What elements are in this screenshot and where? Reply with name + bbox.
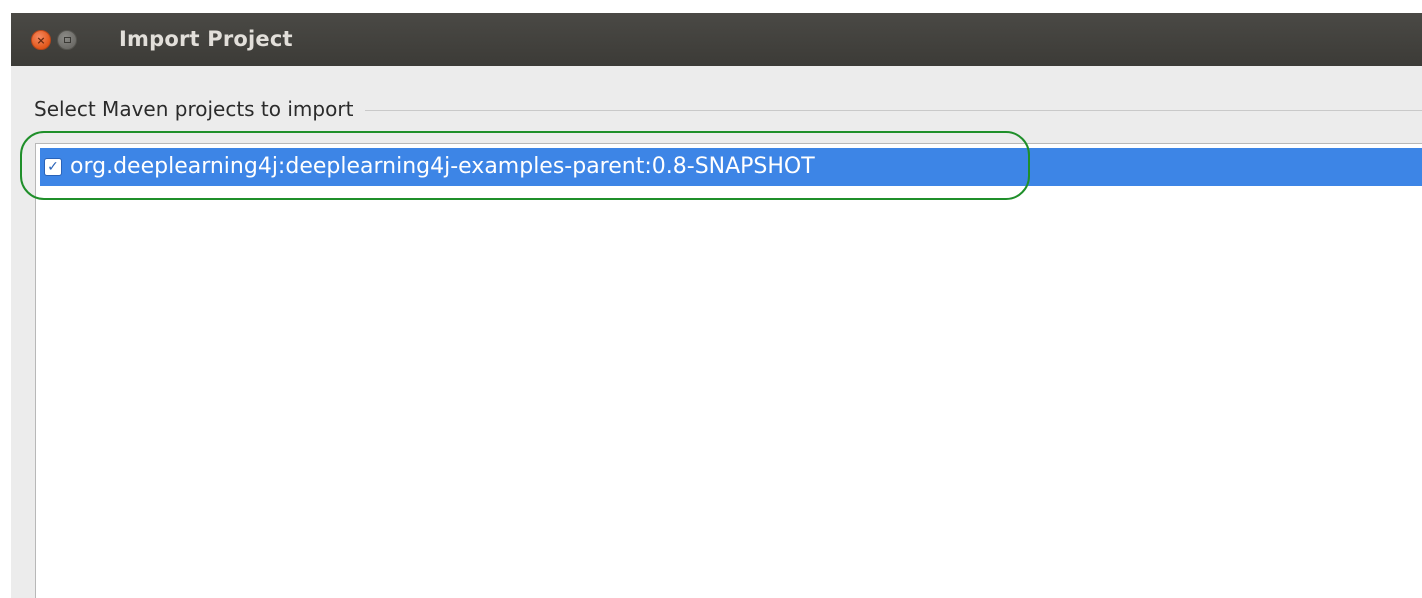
title-bar[interactable]: × Import Project: [11, 13, 1422, 66]
project-label: org.deeplearning4j:deeplearning4j-exampl…: [70, 154, 815, 179]
window-title: Import Project: [119, 27, 293, 51]
maximize-icon[interactable]: [57, 30, 77, 50]
list-item[interactable]: ✓ org.deeplearning4j:deeplearning4j-exam…: [40, 148, 1422, 186]
group-label: Select Maven projects to import: [34, 97, 366, 121]
import-project-dialog: × Import Project Select Maven projects t…: [11, 13, 1422, 598]
close-icon[interactable]: ×: [31, 30, 51, 50]
checkbox[interactable]: ✓: [44, 158, 62, 176]
maven-projects-list[interactable]: ✓ org.deeplearning4j:deeplearning4j-exam…: [35, 143, 1422, 598]
